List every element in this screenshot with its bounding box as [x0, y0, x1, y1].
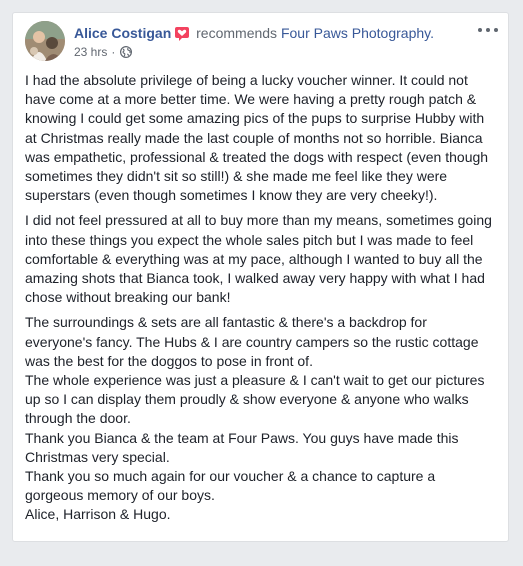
page-link[interactable]: Four Paws Photography. [281, 25, 434, 41]
post-header: Alice Costigan recommends Four Paws Phot… [74, 24, 468, 42]
more-dot [494, 28, 498, 32]
post-paragraph: I did not feel pressured at all to buy m… [25, 212, 492, 306]
recommends-verb: recommends [196, 25, 278, 41]
more-dot [478, 28, 482, 32]
recommendation-badge-icon [174, 25, 190, 41]
timestamp-link[interactable]: 23 hrs [74, 44, 107, 60]
more-options-icon[interactable] [478, 23, 498, 37]
profile-photo-icon [25, 21, 65, 61]
post-meta: 23 hrs · [74, 44, 133, 60]
globe-icon[interactable] [120, 45, 133, 59]
author-name[interactable]: Alice Costigan [74, 25, 171, 41]
post-paragraph: The surroundings & sets are all fantasti… [25, 314, 485, 523]
post-card: Alice Costigan recommends Four Paws Phot… [12, 12, 509, 542]
more-dot [486, 28, 490, 32]
post-body: I had the absolute privilege of being a … [25, 71, 494, 531]
meta-separator: · [111, 45, 116, 59]
post-paragraph: I had the absolute privilege of being a … [25, 72, 489, 204]
avatar[interactable] [25, 21, 65, 61]
